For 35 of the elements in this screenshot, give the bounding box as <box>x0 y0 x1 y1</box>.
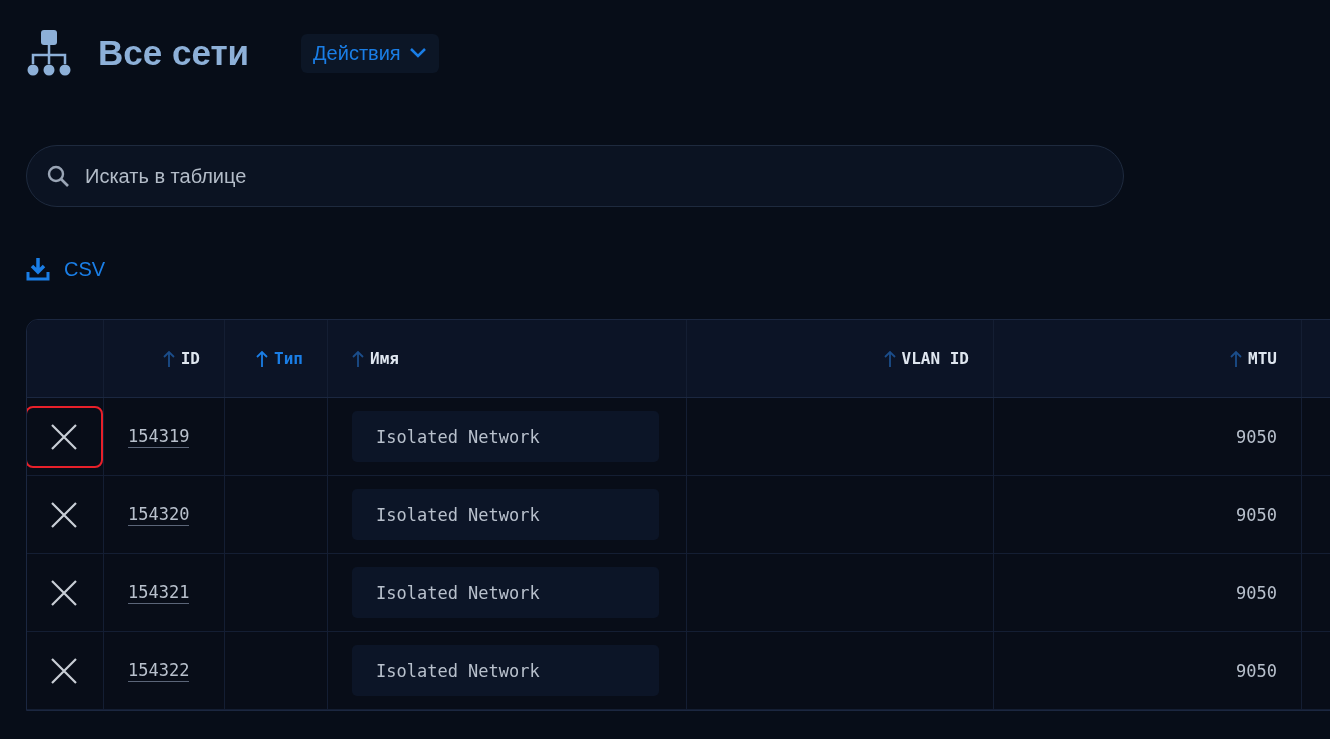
column-header[interactable]: ID <box>162 349 200 368</box>
sort-arrow-icon <box>256 349 269 368</box>
mtu-cell: 9050 <box>1236 660 1277 681</box>
network-name: Isolated Network <box>352 567 659 618</box>
column-header[interactable]: VLAN ID <box>883 349 969 368</box>
actions-dropdown[interactable]: Действия <box>301 33 439 73</box>
close-icon <box>50 656 78 685</box>
search-field[interactable]: Искать в таблице <box>26 145 1124 207</box>
network-name: Isolated Network <box>352 411 659 462</box>
download-icon <box>26 257 50 281</box>
search-icon <box>46 164 70 188</box>
column-header[interactable]: MTU <box>1230 349 1277 368</box>
network-id-link[interactable]: 154319 <box>128 425 190 448</box>
column-header[interactable]: Тип <box>256 349 303 368</box>
network-icon <box>26 30 72 76</box>
network-name: Isolated Network <box>352 645 659 696</box>
delete-button[interactable] <box>27 405 103 468</box>
close-icon <box>50 500 78 529</box>
mtu-cell: 9050 <box>1236 426 1277 447</box>
sort-arrow-icon <box>162 349 175 368</box>
close-icon <box>50 578 78 607</box>
column-header[interactable]: Имя <box>352 349 399 368</box>
sort-arrow-icon <box>883 349 896 368</box>
chevron-down-icon <box>408 47 427 59</box>
network-id-link[interactable]: 154320 <box>128 503 190 526</box>
close-icon <box>50 422 78 451</box>
network-name: Isolated Network <box>352 489 659 540</box>
csv-download-link[interactable]: CSV <box>26 257 106 281</box>
mtu-cell: 9050 <box>1236 504 1277 525</box>
page-title: Все сети <box>98 33 250 73</box>
mtu-cell: 9050 <box>1236 582 1277 603</box>
sort-arrow-icon <box>352 349 364 368</box>
sort-arrow-icon <box>1230 349 1243 368</box>
network-id-link[interactable]: 154321 <box>128 581 190 604</box>
network-id-link[interactable]: 154322 <box>128 659 190 682</box>
